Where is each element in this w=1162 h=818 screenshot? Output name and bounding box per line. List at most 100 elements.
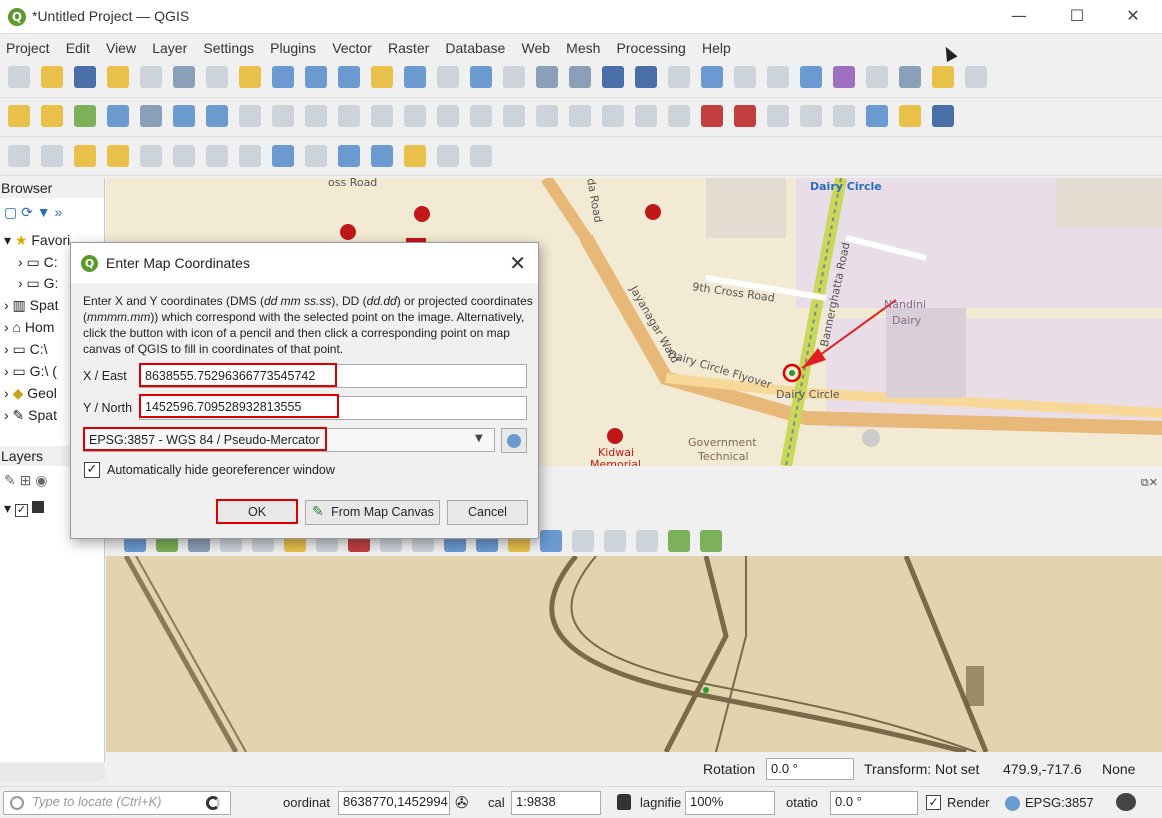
browser-item-favorites[interactable]: ▾ ★ Favori (4, 232, 70, 249)
select-gear-icon[interactable] (965, 66, 987, 88)
pan-hand-icon[interactable] (206, 66, 228, 88)
menu-raster[interactable]: Raster (382, 35, 435, 61)
measure-icon[interactable] (899, 66, 921, 88)
browser-item-spatialite[interactable]: › ✎ Spat (4, 407, 57, 424)
add-point-icon[interactable] (338, 105, 360, 127)
zoom-selection-icon[interactable] (371, 66, 393, 88)
from-map-canvas-button[interactable]: From Map Canvas (305, 500, 440, 525)
zoom-in-icon[interactable] (272, 66, 294, 88)
identify-icon[interactable] (734, 66, 756, 88)
new-map-view-icon[interactable] (536, 66, 558, 88)
map-rotation-input[interactable]: 0.0 ° (830, 791, 918, 815)
browser-item-home[interactable]: › ⌂ Hom (4, 319, 54, 335)
zoom-last-icon[interactable] (470, 66, 492, 88)
menu-mesh[interactable]: Mesh (560, 35, 606, 61)
show-bookmarks-icon[interactable] (635, 66, 657, 88)
temporal-clock-icon[interactable] (668, 66, 690, 88)
minimize-button[interactable]: — (990, 0, 1048, 32)
bookmark-icon[interactable] (602, 66, 624, 88)
vertex-tool-icon[interactable] (371, 105, 393, 127)
cut-icon[interactable] (470, 105, 492, 127)
label-icon[interactable] (635, 105, 657, 127)
menu-project[interactable]: Project (0, 35, 56, 61)
label-move-icon[interactable] (767, 105, 789, 127)
label-show-icon[interactable] (800, 105, 822, 127)
x-east-input[interactable]: 8638555.75296366773545742 (139, 363, 337, 387)
reshape-icon[interactable] (239, 145, 261, 167)
menu-layer[interactable]: Layer (146, 35, 193, 61)
delete-selected-icon[interactable] (437, 105, 459, 127)
layout-manager-icon[interactable] (140, 66, 162, 88)
globe-plugin-icon[interactable] (866, 105, 888, 127)
text-tool-icon[interactable] (470, 145, 492, 167)
locator-search-input[interactable]: Type to locate (Ctrl+K) (3, 791, 231, 815)
data-source-manager-icon[interactable] (8, 105, 30, 127)
open-field-calc-icon[interactable] (866, 66, 888, 88)
zoom-layer-icon[interactable] (404, 66, 426, 88)
browser-item-c-drive-fav[interactable]: › ▭ C: (18, 254, 58, 271)
zoom-full-icon[interactable] (338, 66, 360, 88)
undo-icon[interactable] (569, 105, 591, 127)
menu-processing[interactable]: Processing (611, 35, 692, 61)
add-vertex-icon[interactable] (338, 145, 360, 167)
lock-scale-icon[interactable] (617, 794, 631, 810)
split-features-icon[interactable] (206, 145, 228, 167)
ok-button[interactable]: OK (216, 499, 298, 524)
menu-plugins[interactable]: Plugins (264, 35, 322, 61)
add-raster-icon[interactable] (173, 105, 195, 127)
georef-link-qgis-icon[interactable] (636, 530, 658, 552)
crs-status-button[interactable]: EPSG:3857 (1025, 795, 1094, 810)
zoom-native-icon[interactable] (437, 66, 459, 88)
new-temp-layer-icon[interactable] (140, 105, 162, 127)
menu-vector[interactable]: Vector (326, 35, 378, 61)
georeferencer-icon[interactable] (206, 105, 228, 127)
redo-icon[interactable] (602, 105, 624, 127)
new-layout-icon[interactable] (107, 66, 129, 88)
modify-attributes-icon[interactable] (404, 105, 426, 127)
help-icon[interactable] (932, 105, 954, 127)
browser-item-c-drive[interactable]: › ▭ C:\ (4, 341, 48, 358)
menu-view[interactable]: View (100, 35, 142, 61)
open-project-icon[interactable] (41, 66, 63, 88)
label-highlight-icon[interactable] (701, 105, 723, 127)
menu-database[interactable]: Database (439, 35, 511, 61)
deselect-icon[interactable] (41, 145, 63, 167)
label-unplaced-icon[interactable] (734, 105, 756, 127)
text-annotation-icon[interactable] (272, 145, 294, 167)
zoom-next-icon[interactable] (503, 66, 525, 88)
edits-icon[interactable] (239, 105, 261, 127)
extents-toggle-icon[interactable]: ✇ (455, 793, 468, 812)
close-button[interactable]: ✕ (1104, 0, 1162, 32)
gear-icon[interactable] (800, 66, 822, 88)
dock-float-close-icon[interactable]: ⧉✕ (1141, 476, 1158, 490)
crs-picker-globe-button[interactable] (501, 428, 527, 453)
offset-curve-icon[interactable] (173, 145, 195, 167)
pan-to-selection-icon[interactable] (239, 66, 261, 88)
label-rotate-icon[interactable] (833, 105, 855, 127)
georef-rotation-input[interactable]: 0.0 ° (766, 758, 854, 780)
refresh-icon[interactable] (701, 66, 723, 88)
python-icon[interactable] (899, 105, 921, 127)
menu-settings[interactable]: Settings (197, 35, 260, 61)
statistics-sigma-icon[interactable] (833, 66, 855, 88)
crs-globe-icon[interactable] (1005, 796, 1020, 811)
georeferencer-canvas[interactable] (106, 556, 1162, 752)
render-checkbox[interactable]: ✓ (926, 795, 941, 810)
paste-icon[interactable] (536, 105, 558, 127)
georef-link-geo-icon[interactable] (604, 530, 626, 552)
maximize-button[interactable]: ☐ (1048, 0, 1106, 32)
select-location-icon[interactable] (107, 145, 129, 167)
copy-icon[interactable] (503, 105, 525, 127)
georef-zoom-next-icon[interactable] (572, 530, 594, 552)
zoom-out-icon[interactable] (305, 66, 327, 88)
save-edits-icon[interactable] (305, 105, 327, 127)
select-expression-icon[interactable] (74, 145, 96, 167)
cancel-button[interactable]: Cancel (447, 500, 528, 525)
left-horizontal-scrollbar[interactable] (0, 766, 100, 782)
browser-item-g-drive-fav[interactable]: › ▭ G: (18, 275, 58, 292)
pointer-icon[interactable] (305, 145, 327, 167)
y-north-input[interactable]: 1452596.709528932813555 (139, 394, 339, 418)
attribute-table-icon[interactable] (767, 66, 789, 88)
menu-edit[interactable]: Edit (60, 35, 96, 61)
label-pin-icon[interactable] (668, 105, 690, 127)
